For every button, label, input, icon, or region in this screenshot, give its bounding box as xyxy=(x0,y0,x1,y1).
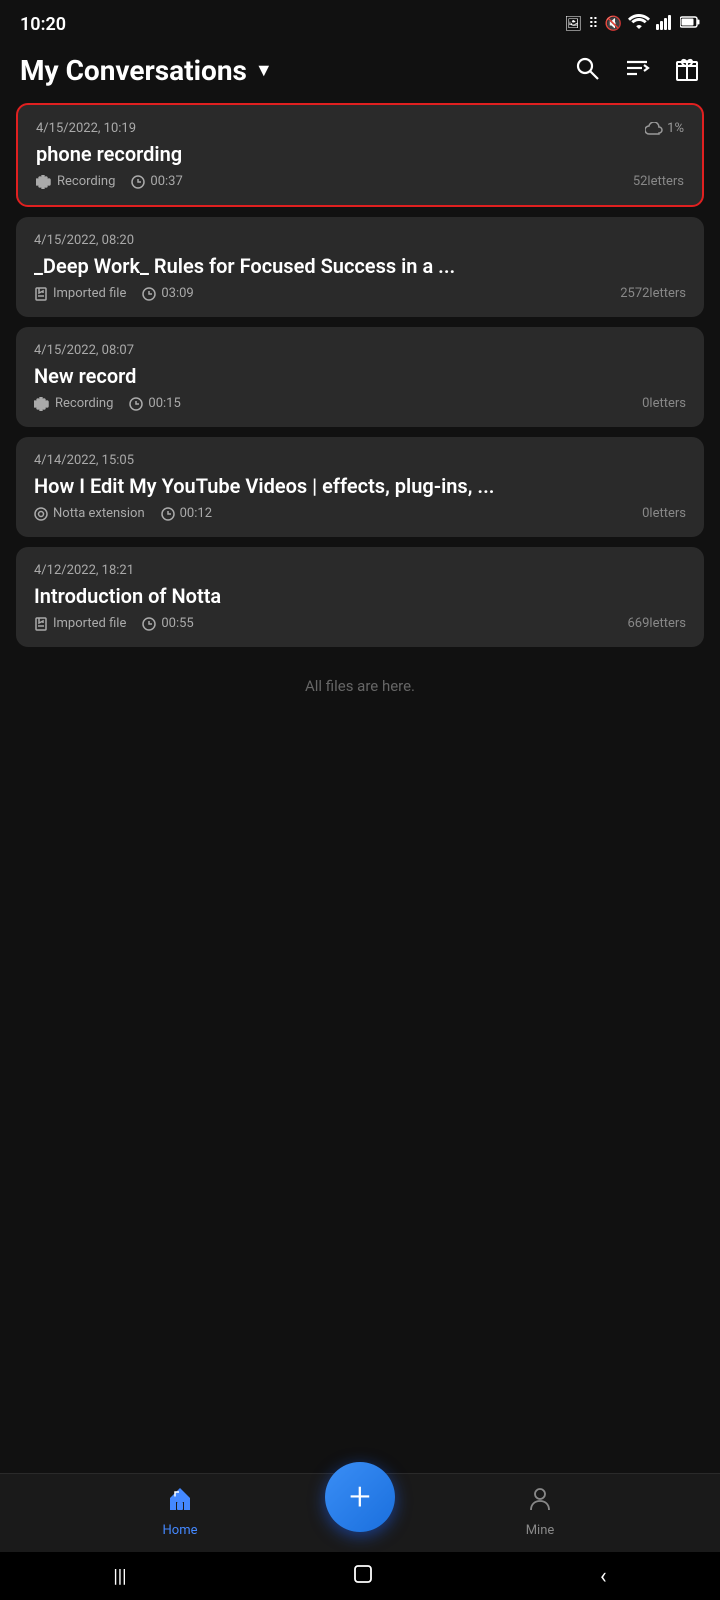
conv-type: Imported file xyxy=(34,616,126,631)
conv-letter-count: 0letters xyxy=(642,506,686,521)
sort-icon[interactable] xyxy=(624,55,650,87)
back-button[interactable]: ‹ xyxy=(600,1564,607,1589)
conv-meta-left: Recording 00:15 xyxy=(34,396,181,411)
conv-title: _Deep Work_ Rules for Focused Success in… xyxy=(34,254,686,278)
conv-cloud-status: 1% xyxy=(645,121,684,136)
conv-meta-left: Imported file 00:55 xyxy=(34,616,194,631)
conversation-item[interactable]: 4/15/2022, 08:20 _Deep Work_ Rules for F… xyxy=(16,217,704,317)
gift-icon[interactable] xyxy=(674,55,700,87)
recent-apps-button[interactable]: ||| xyxy=(113,1566,126,1587)
conv-meta: Recording 00:15 0letters xyxy=(34,396,686,411)
status-time: 10:20 xyxy=(20,14,66,35)
home-button[interactable] xyxy=(353,1564,373,1589)
home-label: Home xyxy=(163,1523,198,1538)
all-files-message: All files are here. xyxy=(0,647,720,715)
home-icon xyxy=(166,1484,194,1519)
wifi-icon xyxy=(628,14,650,34)
conversation-list: 4/15/2022, 10:19 1% phone recording xyxy=(0,103,720,647)
gallery-icon: 🖼 xyxy=(565,16,583,32)
conv-card-top: 4/14/2022, 15:05 xyxy=(34,453,686,468)
search-icon[interactable] xyxy=(574,55,600,87)
conv-card-top: 4/15/2022, 10:19 1% xyxy=(36,121,684,136)
conv-type: Imported file xyxy=(34,286,126,301)
conv-duration: 00:15 xyxy=(129,396,180,411)
header-actions xyxy=(574,55,700,87)
mine-label: Mine xyxy=(526,1523,555,1538)
system-navigation: ||| ‹ xyxy=(0,1552,720,1600)
status-icons: 🖼 ⠿ 🔇 xyxy=(565,14,700,34)
conversation-item[interactable]: 4/15/2022, 10:19 1% phone recording xyxy=(16,103,704,207)
conv-date: 4/15/2022, 08:07 xyxy=(34,343,134,358)
header-title[interactable]: My Conversations ▼ xyxy=(20,54,273,87)
mine-icon xyxy=(526,1484,554,1519)
page-title: My Conversations xyxy=(20,54,247,87)
conv-title: How I Edit My YouTube Videos | effects, … xyxy=(34,474,686,498)
conv-letter-count: 669letters xyxy=(628,616,687,631)
nav-home[interactable]: Home xyxy=(120,1484,240,1538)
conv-meta: Imported file 00:55 669letters xyxy=(34,616,686,631)
conv-meta: Notta extension 00:12 0letters xyxy=(34,506,686,521)
conv-date: 4/15/2022, 08:20 xyxy=(34,233,134,248)
conv-meta-left: Recording 00:37 xyxy=(36,174,183,189)
signal-icon xyxy=(656,14,674,34)
conv-type: Recording xyxy=(34,396,113,411)
conv-date: 4/12/2022, 18:21 xyxy=(34,563,134,578)
conversation-item[interactable]: 4/15/2022, 08:07 New record Recording xyxy=(16,327,704,427)
dropdown-arrow-icon: ▼ xyxy=(255,60,273,81)
header: My Conversations ▼ xyxy=(0,44,720,103)
nav-mine[interactable]: Mine xyxy=(480,1484,600,1538)
conv-card-top: 4/15/2022, 08:20 xyxy=(34,233,686,248)
conv-letter-count: 52letters xyxy=(633,174,684,189)
conv-letter-count: 2572letters xyxy=(620,286,686,301)
conv-meta: Imported file 03:09 2572letters xyxy=(34,286,686,301)
conv-card-top: 4/12/2022, 18:21 xyxy=(34,563,686,578)
conv-type: Notta extension xyxy=(34,506,145,521)
conv-title: Introduction of Notta xyxy=(34,584,686,608)
status-bar: 10:20 🖼 ⠿ 🔇 xyxy=(0,0,720,44)
conv-card-top: 4/15/2022, 08:07 xyxy=(34,343,686,358)
mute-icon: 🔇 xyxy=(605,16,622,32)
conversation-item[interactable]: 4/14/2022, 15:05 How I Edit My YouTube V… xyxy=(16,437,704,537)
conv-duration: 03:09 xyxy=(142,286,193,301)
conv-type: Recording xyxy=(36,174,115,189)
conv-letter-count: 0letters xyxy=(642,396,686,411)
conv-date: 4/15/2022, 10:19 xyxy=(36,121,136,136)
conv-meta-left: Imported file 03:09 xyxy=(34,286,194,301)
conv-date: 4/14/2022, 15:05 xyxy=(34,453,134,468)
conv-duration: 00:55 xyxy=(142,616,193,631)
conv-duration: 00:37 xyxy=(131,174,182,189)
new-recording-fab[interactable]: + xyxy=(325,1462,395,1532)
battery-icon xyxy=(680,16,700,32)
conv-meta: Recording 00:37 52letters xyxy=(36,174,684,189)
conv-title: phone recording xyxy=(36,142,684,166)
conv-title: New record xyxy=(34,364,686,388)
conv-meta-left: Notta extension 00:12 xyxy=(34,506,212,521)
conversation-item[interactable]: 4/12/2022, 18:21 Introduction of Notta I… xyxy=(16,547,704,647)
conv-duration: 00:12 xyxy=(161,506,212,521)
dots-icon: ⠿ xyxy=(588,16,598,32)
plus-icon: + xyxy=(349,1478,370,1516)
